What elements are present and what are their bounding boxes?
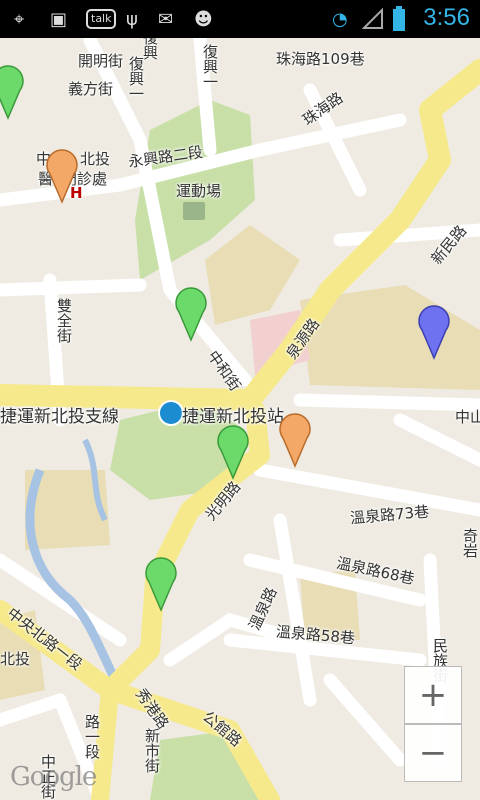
map-marker-orange[interactable]: [44, 144, 80, 204]
label-kaiming: 開明街: [78, 52, 124, 70]
zoom-in-button[interactable]: +: [404, 666, 462, 724]
label-beitou-left: 北投: [0, 650, 31, 668]
talk-icon: talk: [86, 9, 117, 29]
label-xinshi: 新市街: [143, 728, 161, 773]
android-icon: ☻: [194, 8, 213, 30]
gps-icon: ⌖: [14, 8, 25, 30]
label-yiduan: 路一段: [83, 714, 101, 759]
usb-icon: ψ: [126, 8, 138, 30]
map-marker-blue[interactable]: [416, 300, 452, 360]
label-playground: 運動場: [176, 182, 222, 200]
label-xinbeitou: 北投: [80, 150, 111, 168]
map-view[interactable]: 珠海路109巷 開明街 復興 復興一 復興一 義方街 珠海路 北投 中心 醫 門…: [0, 38, 480, 800]
map-marker-green[interactable]: [0, 60, 26, 120]
label-shuangquan: 雙全街: [55, 298, 73, 343]
label-fuxing1: 復興一: [127, 56, 145, 101]
map-marker-green[interactable]: [173, 282, 209, 342]
map-marker-orange[interactable]: [277, 408, 313, 468]
clock: 3:56: [423, 4, 470, 31]
image-icon: ▣: [50, 8, 68, 30]
wifi-icon: ◔: [332, 8, 348, 30]
mrt-icon: [158, 400, 184, 426]
zoom-out-button[interactable]: −: [404, 724, 462, 782]
status-bar: ⌖ ▣ talk ψ ✉ ☻ ◔ 3:56: [0, 0, 480, 38]
signal-icon: [362, 8, 383, 29]
google-logo: Google: [10, 762, 97, 792]
label-zhongshan: 中山: [455, 408, 480, 426]
label-yifang: 義方街: [68, 80, 114, 98]
battery-icon: [393, 6, 405, 31]
gmail-icon: ✉: [158, 8, 174, 30]
label-qiyan: 奇岩: [461, 528, 479, 558]
label-zhuhai-109: 珠海路109巷: [276, 50, 365, 68]
label-mrt-line: 捷運新北投支線: [0, 407, 119, 427]
label-fuxing-right: 復興一: [201, 44, 219, 89]
map-marker-green[interactable]: [215, 420, 251, 480]
map-marker-green[interactable]: [143, 552, 179, 612]
